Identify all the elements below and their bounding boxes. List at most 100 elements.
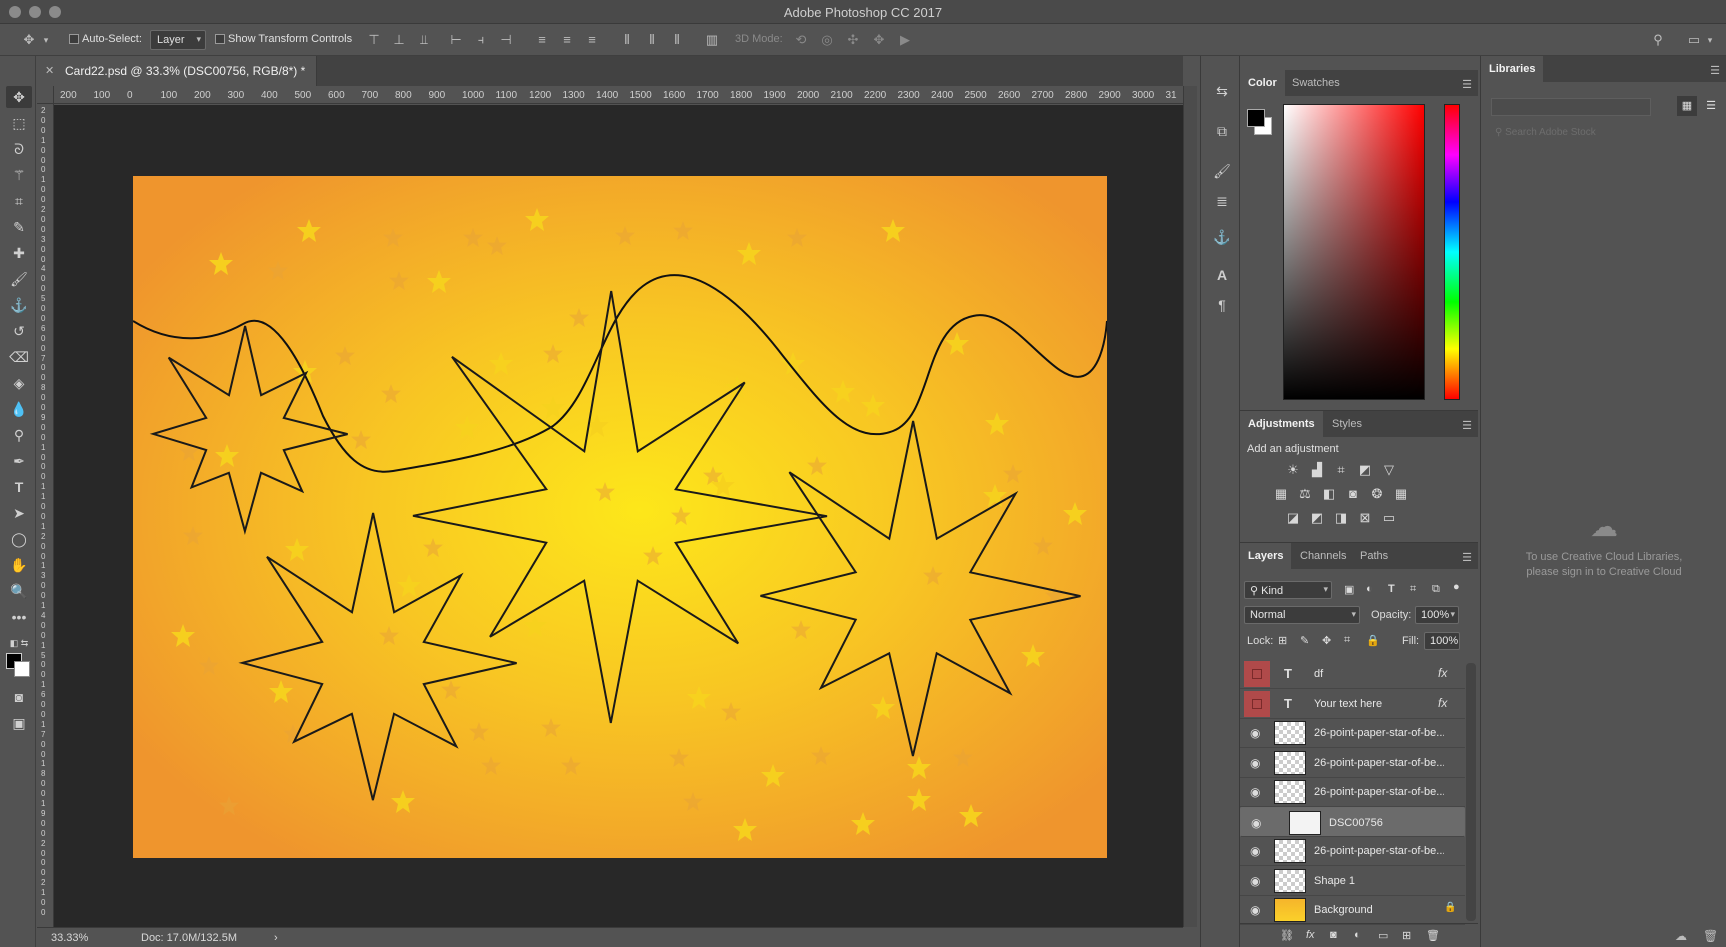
properties-panel-icon[interactable]: ⧉ [1211, 120, 1233, 142]
eye-icon[interactable]: ◉ [1250, 785, 1260, 799]
new-layer-icon[interactable]: ⊞ [1402, 929, 1411, 942]
layer-effects-icon[interactable]: fx [1438, 696, 1447, 710]
healing-brush-tool-icon[interactable]: ✚ [6, 242, 32, 264]
ruler-origin[interactable] [37, 86, 54, 104]
paint-bucket-tool-icon[interactable]: ◈ [6, 372, 32, 394]
distribute-hcenter-icon[interactable]: ⦀ [643, 30, 661, 50]
vibrance-icon[interactable]: ▦ [1272, 485, 1290, 503]
layer-name[interactable]: Shape 1 [1314, 875, 1444, 887]
eye-icon[interactable]: ◉ [1250, 903, 1260, 917]
libraries-panel-menu-icon[interactable]: ☰ [1710, 64, 1720, 77]
layer-row[interactable]: ◉ Background 🔒 [1240, 895, 1465, 925]
brush-settings-icon[interactable]: ≣ [1211, 190, 1233, 212]
hue-saturation-icon[interactable]: ⚖ [1296, 485, 1314, 503]
align-left-icon[interactable]: ⊢ [447, 30, 465, 50]
3d-scale-icon[interactable]: ▶ [896, 30, 914, 50]
character-panel-icon[interactable]: A [1211, 264, 1233, 286]
layer-name[interactable]: 26-point-paper-star-of-be... [1314, 727, 1444, 739]
align-hcenter-icon[interactable]: ⫞ [472, 30, 490, 50]
black-white-icon[interactable]: ◙ [1344, 485, 1362, 503]
layer-row[interactable]: ◉ 26-point-paper-star-of-be... [1240, 718, 1465, 748]
gradient-triangle-icon[interactable]: ▽ [1380, 461, 1398, 479]
clone-stamp-tool-icon[interactable]: ⚓ [6, 294, 32, 316]
align-bottom-icon[interactable]: ⫫ [415, 30, 433, 50]
document-tab[interactable]: ✕ Card22.psd @ 33.3% (DSC00756, RGB/8*) … [37, 56, 317, 86]
3d-roll-icon[interactable]: ◎ [818, 30, 836, 50]
workspace-chevron-icon[interactable]: ▾ [1704, 30, 1716, 50]
link-layers-icon[interactable]: ⛓ [1280, 929, 1294, 942]
new-adjustment-layer-icon[interactable]: ◐ [1354, 929, 1361, 941]
layer-name[interactable]: DSC00756 [1329, 817, 1459, 829]
move-tool-preset-icon[interactable]: ✥ [18, 30, 40, 50]
blend-mode-dropdown[interactable]: Normal ▾ [1244, 606, 1360, 624]
tab-color[interactable]: Color [1240, 70, 1285, 96]
delete-layer-icon[interactable]: 🗑 [1426, 929, 1440, 942]
filter-shape-icon[interactable]: ⌗ [1410, 583, 1416, 596]
tab-styles[interactable]: Styles [1324, 411, 1370, 437]
visibility-toggle[interactable] [1244, 661, 1270, 687]
auto-select-checkbox[interactable] [69, 34, 79, 44]
history-panel-icon[interactable]: ⇆ [1211, 80, 1233, 102]
panel-foreground-color[interactable] [1247, 109, 1265, 127]
3d-slide-icon[interactable]: ✥ [870, 30, 888, 50]
layer-name[interactable]: 26-point-paper-star-of-be... [1314, 845, 1444, 857]
lock-all-icon[interactable]: 🔒 [1366, 634, 1380, 647]
brush-presets-icon[interactable]: 🖌 [1211, 160, 1233, 182]
add-mask-icon[interactable]: ◙ [1330, 929, 1337, 941]
layer-row[interactable]: ◉ 26-point-paper-star-of-be... [1240, 777, 1465, 807]
eyedropper-tool-icon[interactable]: ✎ [6, 216, 32, 238]
adjustments-panel-menu-icon[interactable]: ☰ [1462, 419, 1472, 432]
opacity-field[interactable]: 100% ▾ [1415, 606, 1459, 624]
eye-icon[interactable]: ◉ [1250, 874, 1260, 888]
color-balance-icon[interactable]: ◧ [1320, 485, 1338, 503]
lasso-tool-icon[interactable]: ᘐ [6, 138, 32, 160]
document-artwork[interactable] [133, 176, 1107, 858]
distribute-right-icon[interactable]: ⦀ [668, 30, 686, 50]
align-vcenter-icon[interactable]: ⊥ [390, 30, 408, 50]
threshold-icon[interactable]: ◨ [1332, 509, 1350, 527]
cc-sync-icon[interactable]: ☁ [1675, 929, 1687, 943]
exposure-icon[interactable]: ◩ [1356, 461, 1374, 479]
lock-position-icon[interactable]: ✥ [1322, 634, 1331, 647]
layer-name[interactable]: 26-point-paper-star-of-be... [1314, 786, 1444, 798]
library-select-dropdown[interactable] [1491, 98, 1651, 116]
paragraph-panel-icon[interactable]: ¶ [1211, 294, 1233, 316]
layer-name[interactable]: Background [1314, 904, 1444, 916]
color-picker-field[interactable] [1283, 104, 1425, 400]
magic-wand-tool-icon[interactable]: ⚚ [6, 164, 32, 186]
tab-libraries[interactable]: Libraries [1481, 56, 1544, 82]
chevron-down-icon[interactable]: ▾ [40, 30, 52, 50]
close-document-icon[interactable]: ✕ [45, 64, 54, 77]
ellipse-tool-icon[interactable]: ◯ [6, 528, 32, 550]
history-brush-tool-icon[interactable]: ↺ [6, 320, 32, 342]
3d-orbit-icon[interactable]: ⟲ [792, 30, 810, 50]
clone-source-icon[interactable]: ⚓ [1211, 226, 1233, 248]
align-top-icon[interactable]: ⊤ [365, 30, 383, 50]
filter-smart-object-icon[interactable]: ⧉ [1432, 583, 1440, 596]
auto-align-icon[interactable]: ▥ [703, 30, 721, 50]
marquee-tool-icon[interactable]: ⬚ [6, 112, 32, 134]
filter-adjustment-icon[interactable]: ◐ [1366, 583, 1373, 595]
distribute-top-icon[interactable]: ≡ [533, 30, 551, 50]
color-panel-menu-icon[interactable]: ☰ [1462, 78, 1472, 91]
filter-type-icon[interactable]: T [1388, 583, 1395, 595]
layer-effects-icon[interactable]: fx [1438, 666, 1447, 680]
status-chevron-icon[interactable]: › [274, 932, 278, 944]
selective-color-icon[interactable]: ⊠ [1356, 509, 1374, 527]
eraser-tool-icon[interactable]: ⌫ [6, 346, 32, 368]
blur-tool-icon[interactable]: 💧 [6, 398, 32, 420]
invert-icon[interactable]: ◪ [1284, 509, 1302, 527]
tab-paths[interactable]: Paths [1352, 543, 1396, 569]
path-selection-tool-icon[interactable]: ➤ [6, 502, 32, 524]
doc-size[interactable]: Doc: 17.0M/132.5M [141, 932, 237, 944]
distribute-left-icon[interactable]: ⦀ [618, 30, 636, 50]
canvas-vertical-scrollbar[interactable] [1183, 86, 1197, 927]
quick-mask-icon[interactable]: ◙ [6, 686, 32, 708]
search-icon[interactable]: ⚲ [1648, 30, 1668, 50]
zoom-level[interactable]: 33.33% [51, 932, 88, 944]
layers-scrollbar[interactable] [1466, 663, 1476, 921]
layer-name[interactable]: df [1314, 668, 1444, 680]
auto-select-dropdown[interactable]: Layer ▾ [150, 30, 206, 50]
grid-view-icon[interactable]: ▦ [1677, 96, 1697, 116]
photo-filter-icon[interactable]: ❂ [1368, 485, 1386, 503]
